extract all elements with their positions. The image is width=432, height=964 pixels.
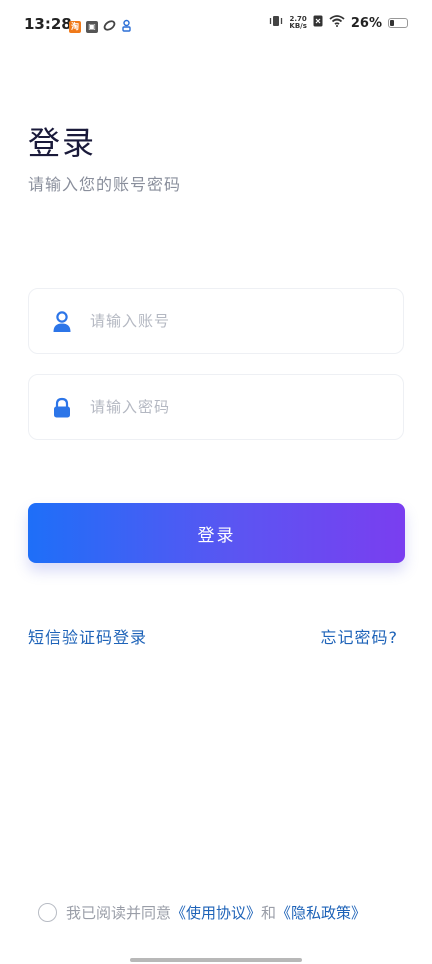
vibrate-icon (269, 15, 283, 31)
password-field[interactable] (28, 374, 404, 440)
notification-icons: 淘 ▣ (69, 17, 132, 36)
link-notification-icon (103, 17, 116, 36)
user-icon (52, 311, 72, 332)
sms-login-link[interactable]: 短信验证码登录 (28, 624, 147, 648)
wifi-icon (329, 15, 345, 31)
network-speed: 2.70 KB/s (289, 16, 306, 30)
status-bar: 13:28 淘 ▣ 2.70 KB/s 26% (0, 0, 432, 50)
agreement-checkbox[interactable] (38, 903, 57, 922)
taobao-notification-icon: 淘 (69, 20, 81, 33)
status-right: 2.70 KB/s 26% (269, 15, 408, 31)
forgot-password-link[interactable]: 忘记密码? (321, 624, 399, 648)
status-time: 13:28 (24, 15, 72, 33)
account-field[interactable] (28, 288, 404, 354)
terms-link[interactable]: 《使用协议》 (171, 902, 261, 923)
app-notification-icon (121, 17, 132, 36)
battery-percent: 26% (350, 15, 382, 31)
agreement-joiner: 和 (261, 904, 277, 922)
login-screen: 13:28 淘 ▣ 2.70 KB/s 26% 登录 请输入您的账号密码 请输入… (0, 0, 432, 964)
battery-icon (388, 18, 408, 28)
page-subtitle: 请输入您的账号密码 (28, 175, 182, 194)
account-input[interactable] (88, 311, 403, 331)
password-input[interactable] (88, 397, 403, 417)
battery-level (390, 20, 394, 26)
login-button[interactable]: 登录 (28, 503, 405, 563)
sim-disabled-icon (313, 15, 323, 31)
privacy-link[interactable]: 《隐私政策》 (276, 902, 366, 923)
network-speed-unit: KB/s (289, 22, 307, 30)
home-indicator[interactable] (130, 958, 302, 962)
lock-icon (52, 397, 72, 418)
agreement-prefix: 我已阅读并同意 (66, 904, 172, 922)
page-title: 登录 (28, 124, 97, 162)
agreement-row: 我已阅读并同意 《使用协议》 和 《隐私政策》 (38, 902, 366, 923)
store-notification-icon: ▣ (86, 20, 98, 33)
